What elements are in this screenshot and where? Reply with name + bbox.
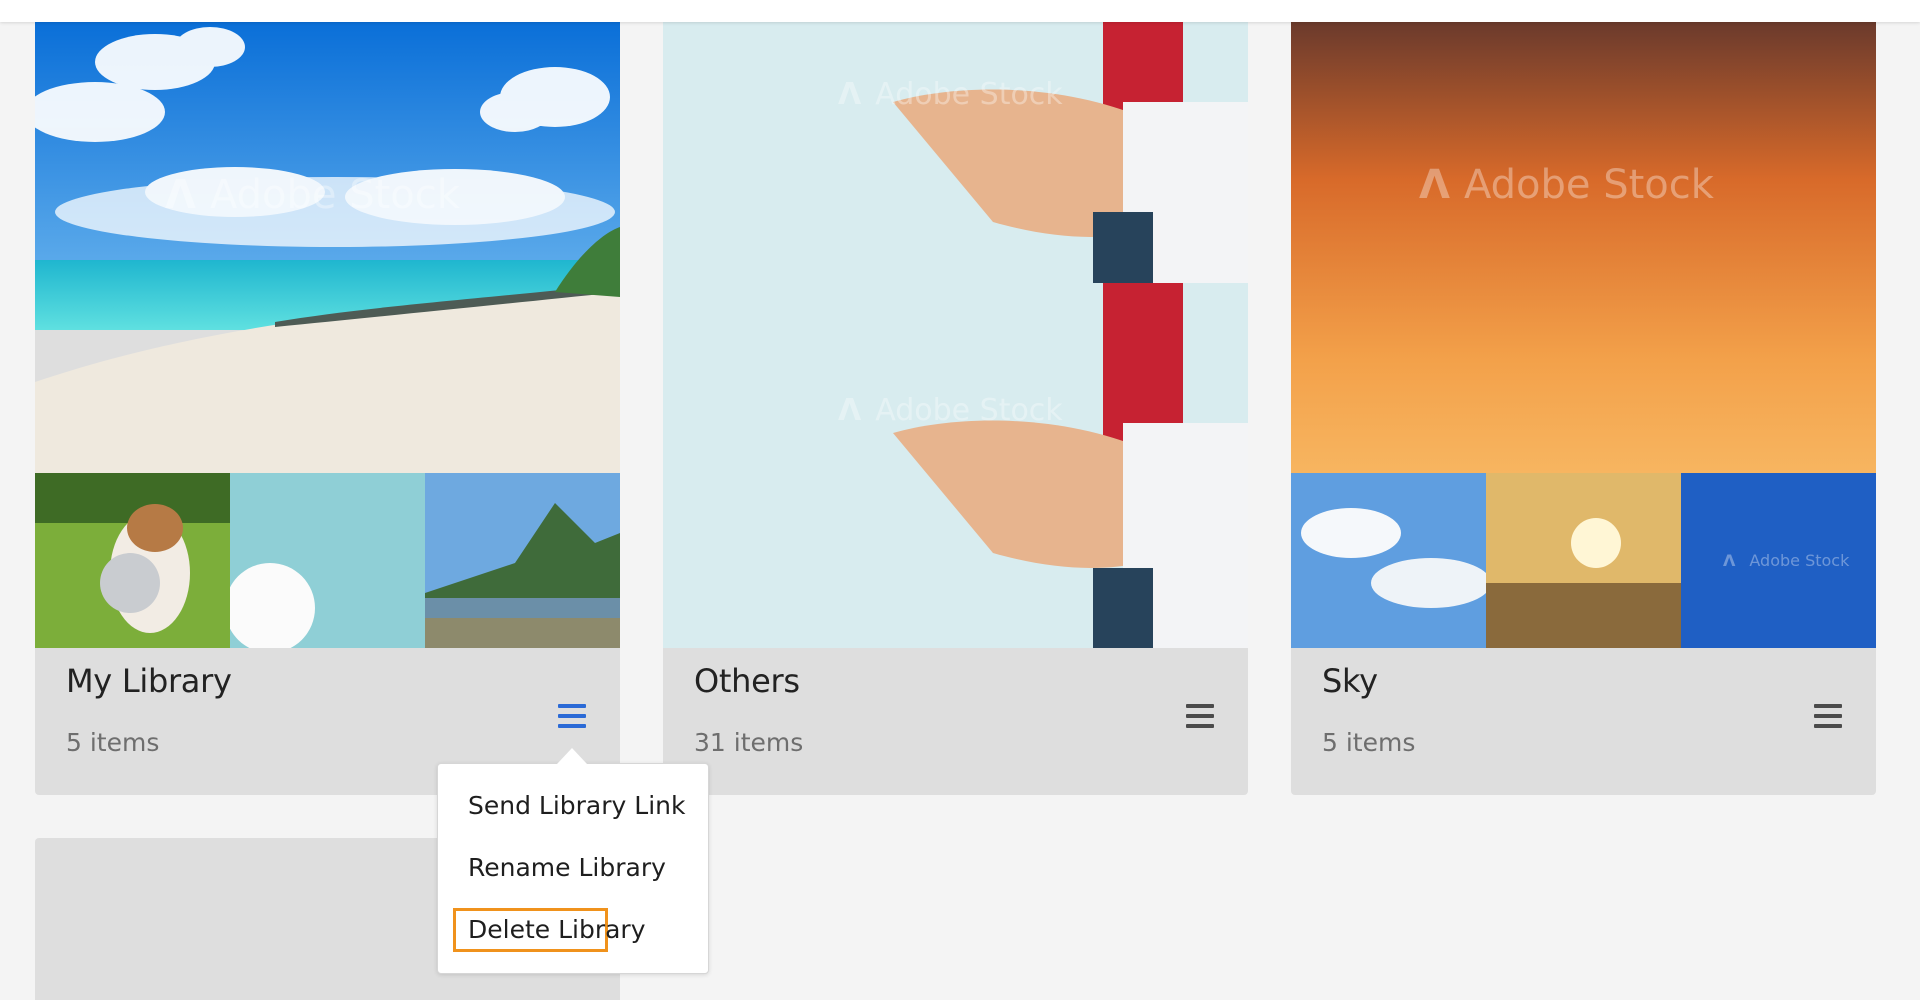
hero-image-touchscreen-bottom[interactable]: Λ Adobe Stock [663, 283, 1248, 648]
adobe-logo-icon: Λ [1419, 162, 1450, 208]
popup-arrow [557, 748, 587, 764]
hamburger-menu-icon[interactable] [558, 704, 586, 730]
adobe-logo-icon: Λ [838, 393, 862, 428]
hamburger-menu-icon[interactable] [1814, 704, 1842, 730]
hero-image-touchscreen-top[interactable]: Λ Adobe Stock [663, 22, 1248, 283]
library-context-menu: Send Library Link Rename Library Delete … [437, 763, 709, 974]
library-item-count: 5 items [1322, 728, 1416, 757]
adobe-logo-icon: Λ [165, 172, 196, 218]
card-footer: Sky 5 items [1291, 648, 1876, 795]
thumbnail-mountain-lake[interactable] [425, 473, 620, 648]
watermark: Λ Adobe Stock [838, 393, 1063, 428]
top-bar [0, 0, 1920, 22]
hero-image-beach[interactable]: Λ Adobe Stock [35, 22, 620, 473]
adobe-logo-icon: Λ [1723, 551, 1736, 570]
library-title[interactable]: Others [694, 662, 800, 700]
library-card-my-library[interactable]: Λ Adobe Stock My Library 5 items [35, 22, 620, 795]
library-title[interactable]: My Library [66, 662, 232, 700]
card-footer: Others 31 items [663, 648, 1248, 795]
thumbnail-dog-bowl[interactable] [35, 473, 230, 648]
thumbnail-white-dog[interactable] [230, 473, 425, 648]
library-title[interactable]: Sky [1322, 662, 1378, 700]
thumbnail-blue-sky-clouds[interactable] [1291, 473, 1486, 648]
watermark: Λ Adobe Stock [1419, 162, 1714, 208]
library-card-sky[interactable]: Λ Adobe Stock Λ Adobe Stock Sky 5 items [1291, 22, 1876, 795]
library-item-count: 31 items [694, 728, 804, 757]
watermark: Λ Adobe Stock [165, 172, 460, 218]
library-card-others[interactable]: Λ Adobe Stock Λ Adobe Stock Others 31 item… [663, 22, 1248, 795]
watermark: Λ Adobe Stock [838, 77, 1063, 112]
watermark: Λ Adobe Stock [1723, 551, 1850, 570]
thumbnail-deep-blue-sky[interactable]: Λ Adobe Stock [1681, 473, 1876, 648]
thumbnail-sun-clouds[interactable] [1486, 473, 1681, 648]
hamburger-menu-icon[interactable] [1186, 704, 1214, 730]
menu-item-rename-library[interactable]: Rename Library [468, 853, 666, 882]
library-item-count: 5 items [66, 728, 160, 757]
adobe-logo-icon: Λ [838, 77, 862, 112]
menu-item-send-library-link[interactable]: Send Library Link [468, 791, 685, 820]
menu-item-delete-library[interactable]: Delete Library [468, 915, 646, 944]
hero-image-sunset[interactable]: Λ Adobe Stock [1291, 22, 1876, 473]
